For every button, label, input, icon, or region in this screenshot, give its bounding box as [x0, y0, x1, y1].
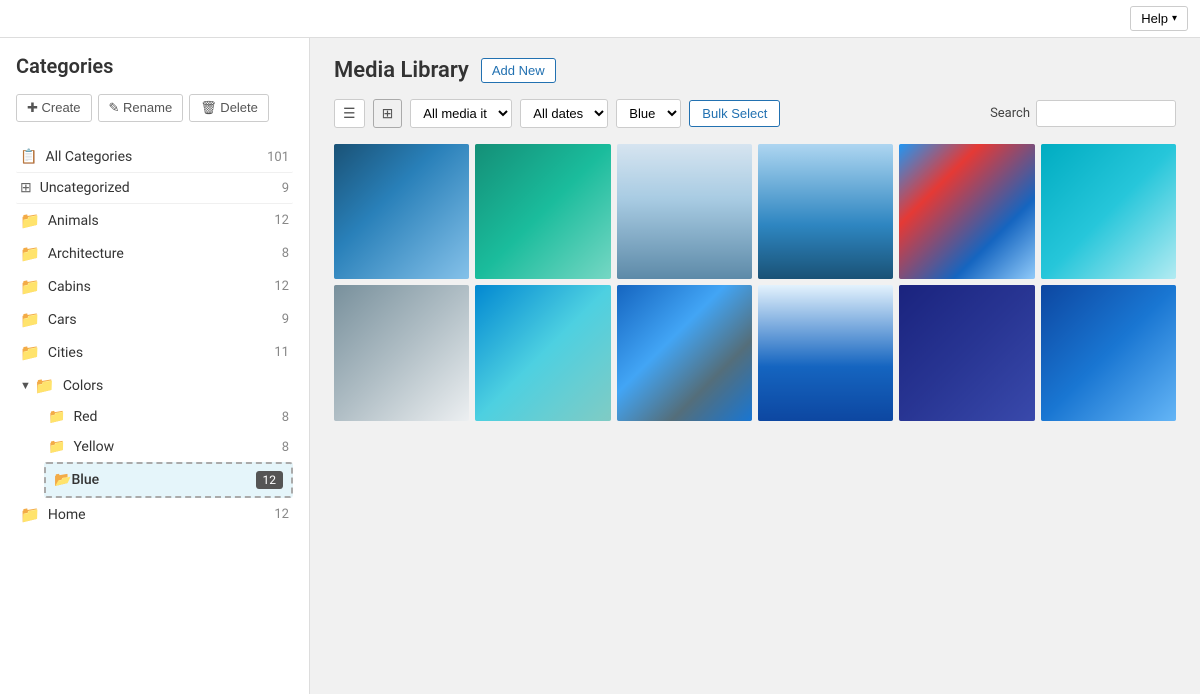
category-filter[interactable]: Blue	[616, 99, 681, 128]
media-item[interactable]	[758, 285, 893, 420]
category-count: 8	[282, 246, 289, 261]
sidebar: Categories ✚ Create ✎ Rename 🗑 Delete 📋 …	[0, 38, 310, 694]
category-label: Uncategorized	[40, 180, 282, 196]
sidebar-item-uncategorized[interactable]: ⊞ Uncategorized 9	[16, 173, 293, 204]
category-label: Cities	[48, 345, 274, 361]
content-area: Media Library Add New ☰ ⊞ All media it A…	[310, 38, 1200, 694]
delete-button[interactable]: 🗑 Delete	[189, 94, 269, 122]
folder-icon: 📁	[48, 439, 65, 455]
sidebar-item-red[interactable]: 📁 Red 8	[44, 402, 293, 432]
search-label: Search	[990, 106, 1030, 121]
category-count: 101	[267, 150, 289, 165]
media-item[interactable]	[475, 144, 610, 279]
help-button[interactable]: Help ▾	[1130, 6, 1188, 31]
grid-view-button[interactable]: ⊞	[373, 99, 403, 128]
sidebar-item-cities[interactable]: 📁 Cities 11	[16, 336, 293, 369]
list-view-button[interactable]: ☰	[334, 99, 365, 128]
media-grid	[334, 144, 1176, 421]
date-filter[interactable]: All dates	[520, 99, 608, 128]
bulk-select-button[interactable]: Bulk Select	[689, 100, 780, 127]
sidebar-actions: ✚ Create ✎ Rename 🗑 Delete	[16, 94, 293, 122]
category-label: Red	[73, 409, 281, 425]
media-type-filter[interactable]: All media it	[410, 99, 512, 128]
media-item[interactable]	[899, 285, 1034, 420]
search-area: Search	[990, 100, 1176, 127]
sidebar-item-architecture[interactable]: 📁 Architecture 8	[16, 237, 293, 270]
category-label: Cabins	[48, 279, 274, 295]
category-label: Home	[48, 507, 274, 523]
folder-icon: 📁	[20, 277, 40, 296]
media-item[interactable]	[1041, 144, 1176, 279]
sidebar-item-animals[interactable]: 📁 Animals 12	[16, 204, 293, 237]
content-header: Media Library Add New	[334, 58, 1176, 83]
category-count: 8	[282, 440, 289, 455]
media-item[interactable]	[617, 144, 752, 279]
folder-icon: 📁	[20, 244, 40, 263]
sidebar-item-blue[interactable]: 📂 Blue 12	[44, 462, 293, 498]
colors-sub-items: 📁 Red 8 📁 Yellow 8 📂 Blue 12	[16, 402, 293, 498]
collapse-arrow-icon: ▼	[20, 379, 31, 392]
category-label: Colors	[63, 378, 289, 394]
top-bar: Help ▾	[0, 0, 1200, 38]
folder-icon: 📋	[20, 149, 37, 165]
category-count: 12	[274, 213, 289, 228]
media-item[interactable]	[334, 285, 469, 420]
folder-icon: 📁	[20, 343, 40, 362]
folder-icon: 📁	[20, 211, 40, 230]
page-title: Media Library	[334, 58, 469, 83]
media-item[interactable]	[899, 144, 1034, 279]
media-item[interactable]	[334, 144, 469, 279]
sidebar-item-cars[interactable]: 📁 Cars 9	[16, 303, 293, 336]
category-count: 11	[274, 345, 289, 360]
category-count: 9	[282, 312, 289, 327]
category-count: 12	[274, 507, 289, 522]
folder-open-icon: 📂	[54, 472, 71, 488]
grid-icon: ⊞	[20, 180, 32, 196]
media-toolbar: ☰ ⊞ All media it All dates Blue Bulk Sel…	[334, 99, 1176, 128]
media-item[interactable]	[1041, 285, 1176, 420]
media-item[interactable]	[475, 285, 610, 420]
category-label: Yellow	[73, 439, 281, 455]
search-input[interactable]	[1036, 100, 1176, 127]
sidebar-title: Categories	[16, 54, 293, 78]
media-item[interactable]	[617, 285, 752, 420]
category-count-badge: 12	[256, 471, 284, 489]
folder-icon: 📁	[48, 409, 65, 425]
category-label: All Categories	[45, 149, 267, 165]
chevron-down-icon: ▾	[1172, 13, 1177, 24]
sidebar-item-home[interactable]: 📁 Home 12	[16, 498, 293, 531]
category-count: 8	[282, 410, 289, 425]
folder-icon: 📁	[20, 310, 40, 329]
sidebar-item-cabins[interactable]: 📁 Cabins 12	[16, 270, 293, 303]
category-count: 9	[282, 181, 289, 196]
sidebar-item-all-categories[interactable]: 📋 All Categories 101	[16, 142, 293, 173]
sidebar-item-yellow[interactable]: 📁 Yellow 8	[44, 432, 293, 462]
category-label: Blue	[71, 472, 255, 488]
folder-icon: 📁	[35, 376, 55, 395]
folder-icon: 📁	[20, 505, 40, 524]
create-button[interactable]: ✚ Create	[16, 94, 92, 122]
main-layout: Categories ✚ Create ✎ Rename 🗑 Delete 📋 …	[0, 38, 1200, 694]
add-new-button[interactable]: Add New	[481, 58, 556, 83]
sidebar-item-colors[interactable]: ▼ 📁 Colors	[16, 369, 293, 402]
category-count: 12	[274, 279, 289, 294]
media-item[interactable]	[758, 144, 893, 279]
category-label: Architecture	[48, 246, 282, 262]
category-label: Animals	[48, 213, 274, 229]
category-label: Cars	[48, 312, 282, 328]
help-label: Help	[1141, 11, 1168, 26]
rename-button[interactable]: ✎ Rename	[98, 94, 184, 122]
